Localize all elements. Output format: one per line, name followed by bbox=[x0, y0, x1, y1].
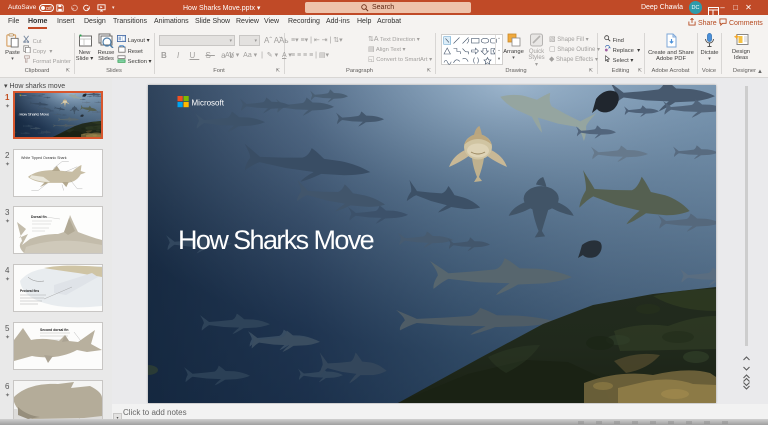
svg-text:Dorsal fin: Dorsal fin bbox=[31, 215, 47, 219]
svg-text:White Tipped Oceanic Shark: White Tipped Oceanic Shark bbox=[21, 156, 67, 160]
svg-text:Second dorsal fin: Second dorsal fin bbox=[40, 328, 68, 332]
svg-text:Pectoral fins: Pectoral fins bbox=[20, 289, 39, 293]
